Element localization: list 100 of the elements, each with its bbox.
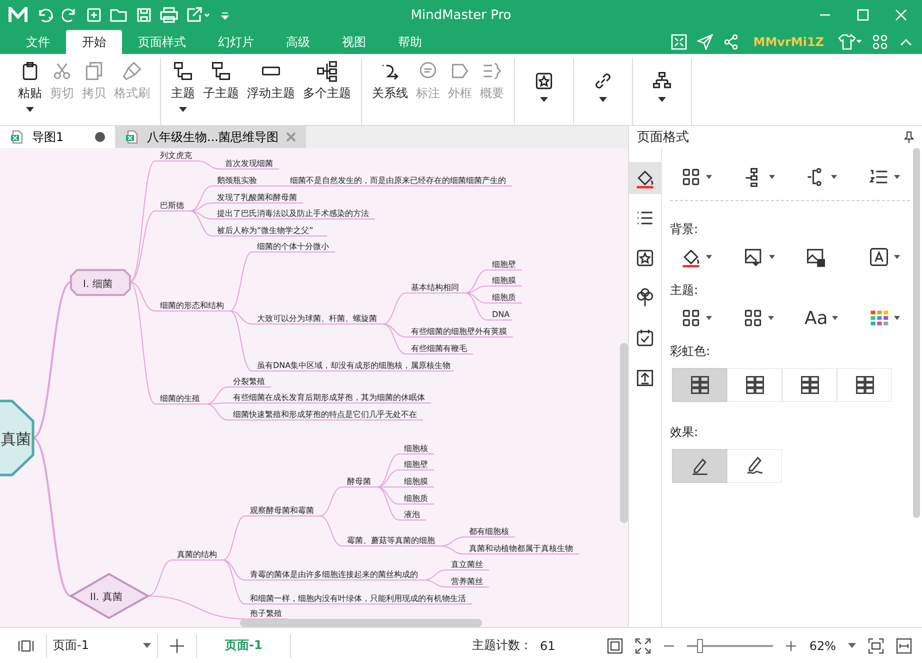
rainbow-option[interactable] — [672, 368, 727, 402]
font-dropdown-button[interactable]: Aa — [804, 307, 838, 329]
connector-line — [198, 160, 220, 170]
zoom-in-icon[interactable] — [785, 640, 798, 652]
folder-icon[interactable] — [110, 7, 128, 23]
topic-label[interactable]: 提出了巴氏消毒法以及防止手术感染的方法 — [212, 209, 376, 220]
topic-label[interactable]: 鹅颈瓶实验 — [212, 176, 264, 186]
main-topic[interactable]: I. 细菌 — [70, 269, 131, 296]
topic-label[interactable]: 真菌的结构 — [172, 550, 224, 560]
ribbon-button[interactable]: 主题 — [169, 58, 197, 125]
topic-label[interactable]: 虽有DNA集中区域，却没有成形的细胞核，属原核生物 — [252, 361, 454, 372]
grid-icon — [680, 307, 702, 329]
add-page-icon[interactable] — [170, 638, 184, 652]
share-icon[interactable] — [723, 34, 740, 50]
redo-icon[interactable] — [62, 7, 78, 23]
fit-width-icon[interactable] — [896, 638, 912, 654]
topic-label[interactable]: 细胞壁 — [486, 260, 522, 270]
apps-icon[interactable] — [872, 34, 888, 50]
topic-label[interactable]: 液泡 — [398, 510, 426, 520]
scrollbar[interactable] — [240, 619, 482, 627]
ribbon-button[interactable]: 子主题 — [201, 58, 241, 125]
main-topic[interactable]: II. 真菌 — [69, 572, 150, 620]
document-tab[interactable]: 导图1 — [0, 126, 115, 148]
topic-label[interactable]: 细胞膜 — [398, 477, 434, 488]
send-icon[interactable] — [697, 34, 714, 50]
topic-label[interactable]: 基本结构相同 — [406, 283, 466, 294]
topic-label[interactable]: 真菌和动植物都属于真核生物 — [464, 544, 580, 554]
topic-label[interactable]: 巴斯德 — [154, 201, 190, 212]
page-list-icon[interactable] — [18, 640, 34, 652]
layout-dropdown-button[interactable] — [680, 166, 712, 188]
topic-label[interactable]: 细胞核 — [398, 444, 434, 454]
slider-thumb[interactable] — [697, 638, 704, 652]
fit-page-icon[interactable] — [607, 638, 624, 654]
theme-dropdown-button[interactable] — [742, 307, 774, 329]
caret-icon[interactable] — [848, 643, 856, 648]
clipart-icon — [634, 247, 656, 269]
menu-tab[interactable]: 开始 — [66, 30, 122, 54]
connector-line — [424, 570, 446, 580]
ribbon-button[interactable]: 浮动主题 — [245, 58, 297, 125]
new-file-icon[interactable] — [86, 7, 102, 23]
section-label: 效果: — [670, 424, 700, 441]
scrollbar[interactable] — [620, 343, 628, 523]
page-select[interactable]: 页面-1 — [46, 634, 158, 658]
topic-label[interactable]: 都有细胞核 — [464, 527, 516, 538]
effect-option[interactable] — [672, 449, 727, 483]
topic-label[interactable]: 酵母菌 — [342, 477, 378, 488]
clipart-icon — [533, 70, 555, 92]
export-icon[interactable] — [186, 7, 212, 23]
topic-label[interactable]: 被后人称为“微生物学之父” — [212, 226, 328, 236]
theme-dropdown-button[interactable] — [680, 307, 712, 329]
topic-label[interactable]: 细胞壁 — [398, 460, 434, 470]
topic-label[interactable]: DNA — [486, 310, 513, 320]
ribbon-button[interactable]: 关系线 — [370, 58, 410, 125]
panel-tab[interactable] — [629, 162, 661, 194]
topic-count: 61 — [540, 638, 556, 652]
topic-label[interactable]: 营养菌丝 — [446, 577, 490, 588]
topic-label[interactable]: 大致可以分为球菌、杆菌、螺旋菌 — [252, 314, 384, 324]
topic-label[interactable]: 有些细菌在成长发育后期形成芽孢，其为细菌的休眠体 — [228, 393, 432, 404]
topic-label[interactable]: 细菌的个体十分微小 — [252, 242, 336, 252]
topic-label[interactable]: 孢子繁殖 — [244, 609, 288, 620]
tshirt-icon[interactable] — [838, 34, 862, 50]
pin-icon[interactable] — [904, 131, 914, 143]
topic-label[interactable]: 细胞质 — [486, 293, 522, 304]
printer-icon[interactable] — [160, 7, 178, 23]
topic-label[interactable]: 和细菌一样，细胞内没有叶绿体，只能利用现成的有机物生活 — [244, 594, 472, 604]
fullscreen-icon[interactable] — [635, 638, 652, 654]
topic-label[interactable]: 观察酵母菌和霉菌 — [244, 506, 320, 516]
topic-label[interactable]: 青霉的菌体是由许多细胞连接起来的菌丝构成的 — [244, 570, 424, 580]
topic-label[interactable]: 细胞质 — [398, 494, 434, 504]
fit-screen-icon[interactable] — [868, 638, 884, 654]
document-tab[interactable]: 八年级生物...菌思维导图 — [115, 126, 306, 148]
brush-icon — [121, 60, 143, 82]
topic-label[interactable]: 列文虎克 — [154, 151, 198, 162]
layout-dropdown-button[interactable] — [805, 166, 838, 188]
topic-label[interactable]: 细菌不是自然发生的，而是由原来已经存在的细菌细菌产生的 — [284, 176, 512, 186]
topic-label[interactable]: 分裂繁殖 — [228, 377, 272, 388]
caret-icon — [706, 175, 712, 179]
central-topic[interactable]: 真菌 — [0, 400, 34, 476]
section-label: 背景: — [670, 221, 700, 238]
topic-label[interactable]: 细胞膜 — [486, 276, 522, 286]
background-button[interactable] — [868, 246, 900, 268]
topic-label[interactable]: 霉菌、蘑菇等真菌的细胞 — [342, 536, 442, 546]
topic-label[interactable]: 细菌的生殖 — [154, 394, 206, 404]
topic-label[interactable]: 直立菌丝 — [446, 560, 490, 570]
topic-label[interactable]: 有些细菌有鞭毛 — [406, 344, 474, 354]
scrollbar[interactable] — [913, 148, 920, 518]
ribbon-button[interactable]: 粘贴 — [16, 58, 44, 125]
zoom-level[interactable]: 62% — [809, 638, 836, 652]
topic-label[interactable]: 有些细菌的细胞壁外有荚膜 — [406, 327, 514, 338]
maximize-icon[interactable] — [856, 8, 870, 22]
page-tab[interactable]: 页面-1 — [196, 634, 292, 658]
section-label: 彩虹色: — [670, 343, 712, 360]
topic-label[interactable]: 细菌的形态和结构 — [154, 301, 230, 312]
save-icon[interactable] — [136, 7, 152, 23]
topic-label[interactable]: 发现了乳酸菌和酵母菌 — [212, 193, 304, 204]
grid-icon — [680, 166, 702, 188]
topic-label[interactable]: 细菌快速繁殖和形成芽孢的特点是它们几乎无处不在 — [228, 410, 424, 420]
topic-label[interactable]: 首次发现细菌 — [220, 159, 280, 170]
background-button[interactable] — [742, 246, 775, 268]
ribbon-button[interactable]: 多个主题 — [301, 58, 353, 125]
